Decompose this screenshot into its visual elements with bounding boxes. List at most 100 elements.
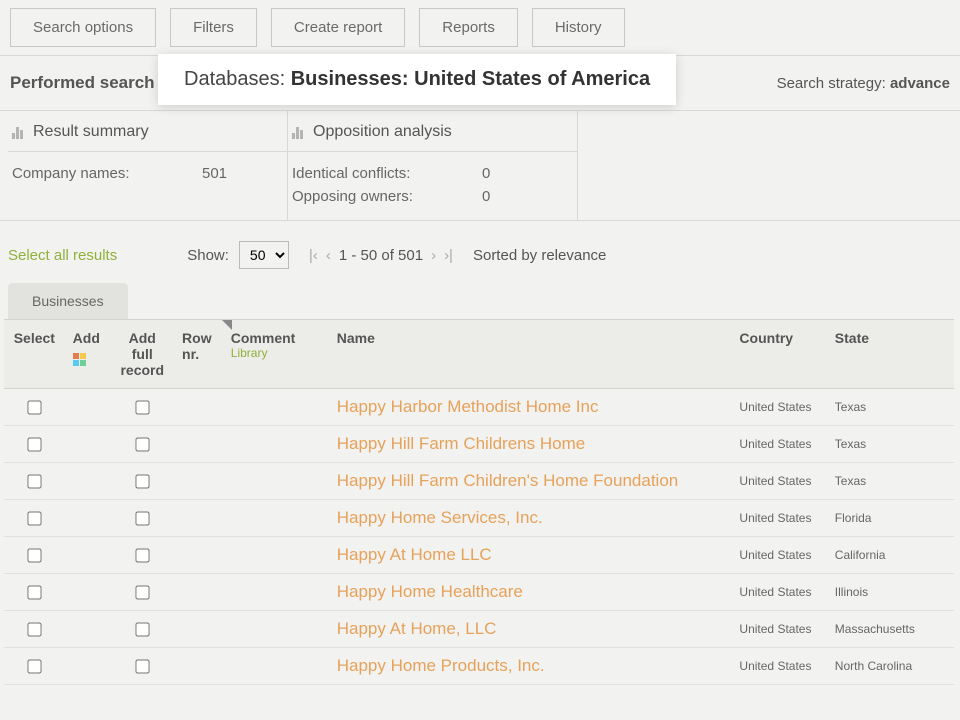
next-page-icon[interactable]: ›	[431, 247, 436, 264]
row-country: United States	[731, 389, 826, 426]
page-size-select[interactable]: 50	[239, 241, 289, 269]
add-grid-icon	[73, 353, 86, 366]
row-country: United States	[731, 574, 826, 611]
row-state: Texas	[827, 426, 954, 463]
col-comment[interactable]: Comment Library	[223, 320, 329, 389]
summary-row: Result summary Company names: 501 Opposi…	[0, 111, 960, 220]
row-name[interactable]: Happy Hill Farm Children's Home Foundati…	[329, 463, 732, 500]
row-name[interactable]: Happy At Home LLC	[329, 537, 732, 574]
search-strategy: Search strategy: advance	[777, 75, 950, 92]
opposing-owners-label: Opposing owners:	[292, 188, 442, 205]
list-controls: Select all results Show: 50 |‹ ‹ 1 - 50 …	[0, 220, 960, 283]
row-select-checkbox[interactable]	[28, 622, 42, 636]
row-select-checkbox[interactable]	[28, 400, 42, 414]
row-state: California	[827, 537, 954, 574]
row-state: Illinois	[827, 574, 954, 611]
row-name[interactable]: Happy At Home, LLC	[329, 611, 732, 648]
row-addfull-checkbox[interactable]	[136, 511, 150, 525]
history-button[interactable]: History	[532, 8, 625, 47]
strategy-value: advance	[890, 75, 950, 92]
row-state: North Carolina	[827, 648, 954, 685]
search-options-button[interactable]: Search options	[10, 8, 156, 47]
table-row: Happy At Home LLCUnited StatesCalifornia	[4, 537, 954, 574]
row-country: United States	[731, 426, 826, 463]
row-name[interactable]: Happy Home Products, Inc.	[329, 648, 732, 685]
databases-label: Databases:	[184, 68, 291, 90]
row-select-checkbox[interactable]	[28, 659, 42, 673]
company-names-value: 501	[202, 165, 227, 182]
opposition-block: Opposition analysis Identical conflicts:…	[288, 111, 578, 220]
table-row: Happy Hill Farm Childrens HomeUnited Sta…	[4, 426, 954, 463]
performed-search-title: Performed search	[10, 73, 160, 93]
bar-chart-icon	[12, 125, 23, 139]
performed-search-bar: Performed search Databases: Businesses: …	[0, 55, 960, 111]
row-country: United States	[731, 648, 826, 685]
row-state: Florida	[827, 500, 954, 537]
row-state: Massachusetts	[827, 611, 954, 648]
row-name[interactable]: Happy Home Services, Inc.	[329, 500, 732, 537]
prev-page-icon[interactable]: ‹	[326, 247, 331, 264]
row-addfull-checkbox[interactable]	[136, 622, 150, 636]
strategy-label: Search strategy:	[777, 75, 890, 92]
top-toolbar: Search options Filters Create report Rep…	[0, 0, 960, 55]
databases-chip: Databases: Businesses: United States of …	[158, 54, 676, 105]
reports-button[interactable]: Reports	[419, 8, 518, 47]
opposition-title: Opposition analysis	[313, 123, 452, 141]
row-select-checkbox[interactable]	[28, 437, 42, 451]
table-row: Happy Hill Farm Children's Home Foundati…	[4, 463, 954, 500]
row-state: Texas	[827, 389, 954, 426]
row-addfull-checkbox[interactable]	[136, 659, 150, 673]
tab-businesses[interactable]: Businesses	[8, 283, 128, 319]
first-page-icon[interactable]: |‹	[309, 247, 318, 264]
results-table: Select Add Add full record Row nr. Comme…	[4, 319, 954, 685]
row-country: United States	[731, 500, 826, 537]
table-row: Happy Home HealthcareUnited StatesIllino…	[4, 574, 954, 611]
create-report-button[interactable]: Create report	[271, 8, 405, 47]
table-row: Happy Harbor Methodist Home IncUnited St…	[4, 389, 954, 426]
col-add-full[interactable]: Add full record	[110, 320, 174, 389]
col-state[interactable]: State	[827, 320, 954, 389]
row-select-checkbox[interactable]	[28, 511, 42, 525]
sort-indicator-icon	[222, 320, 232, 330]
result-summary-block: Result summary Company names: 501	[8, 111, 288, 220]
col-name[interactable]: Name	[329, 320, 732, 389]
row-addfull-checkbox[interactable]	[136, 400, 150, 414]
col-add[interactable]: Add	[65, 320, 111, 389]
row-country: United States	[731, 611, 826, 648]
show-label: Show:	[187, 247, 229, 264]
row-name[interactable]: Happy Home Healthcare	[329, 574, 732, 611]
row-addfull-checkbox[interactable]	[136, 474, 150, 488]
row-name[interactable]: Happy Hill Farm Childrens Home	[329, 426, 732, 463]
paginator: |‹ ‹ 1 - 50 of 501 › ›|	[309, 247, 453, 264]
identical-conflicts-value: 0	[482, 165, 490, 182]
page-range: 1 - 50 of 501	[339, 247, 423, 264]
row-addfull-checkbox[interactable]	[136, 437, 150, 451]
result-tabs: Businesses	[0, 283, 960, 319]
row-country: United States	[731, 537, 826, 574]
table-row: Happy Home Services, Inc.United StatesFl…	[4, 500, 954, 537]
row-state: Texas	[827, 463, 954, 500]
sorted-by-label: Sorted by relevance	[473, 247, 606, 264]
company-names-label: Company names:	[12, 165, 162, 182]
table-row: Happy Home Products, Inc.United StatesNo…	[4, 648, 954, 685]
databases-value: Businesses: United States of America	[291, 68, 650, 90]
col-select[interactable]: Select	[4, 320, 65, 389]
opposing-owners-value: 0	[482, 188, 490, 205]
result-summary-title: Result summary	[33, 123, 149, 141]
identical-conflicts-label: Identical conflicts:	[292, 165, 442, 182]
row-select-checkbox[interactable]	[28, 548, 42, 562]
row-addfull-checkbox[interactable]	[136, 585, 150, 599]
row-country: United States	[731, 463, 826, 500]
bar-chart-icon	[292, 125, 303, 139]
row-select-checkbox[interactable]	[28, 474, 42, 488]
row-name[interactable]: Happy Harbor Methodist Home Inc	[329, 389, 732, 426]
row-addfull-checkbox[interactable]	[136, 548, 150, 562]
page-size-control: Show: 50	[187, 241, 289, 269]
filters-button[interactable]: Filters	[170, 8, 257, 47]
row-select-checkbox[interactable]	[28, 585, 42, 599]
table-row: Happy At Home, LLCUnited StatesMassachus…	[4, 611, 954, 648]
col-row-nr[interactable]: Row nr.	[174, 320, 223, 389]
select-all-link[interactable]: Select all results	[8, 247, 117, 264]
last-page-icon[interactable]: ›|	[444, 247, 453, 264]
col-country[interactable]: Country	[731, 320, 826, 389]
